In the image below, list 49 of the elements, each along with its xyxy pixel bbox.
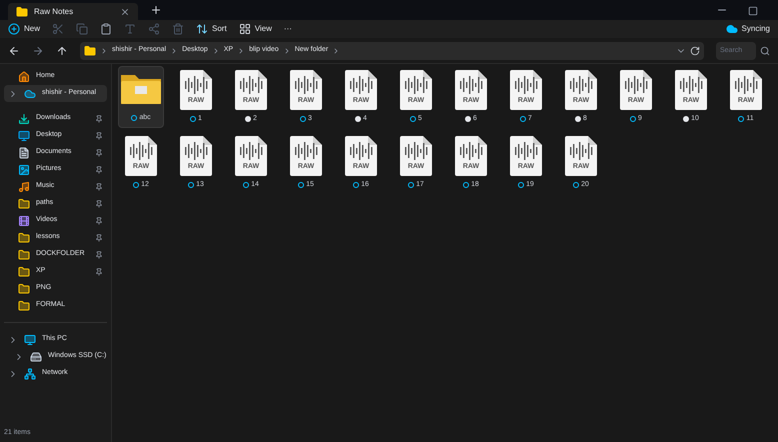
more-button[interactable]: ··· — [284, 23, 292, 35]
pin-icon — [95, 200, 103, 208]
refresh-icon[interactable] — [690, 46, 700, 56]
window-tab[interactable]: Raw Notes — [8, 3, 138, 20]
sort-button[interactable]: Sort — [196, 23, 227, 35]
chevron-icon — [100, 46, 108, 54]
search-icon[interactable] — [760, 46, 770, 56]
close-icon[interactable] — [120, 6, 130, 16]
paste-icon[interactable] — [100, 23, 112, 35]
back-icon[interactable] — [8, 44, 20, 56]
pin-icon — [95, 166, 103, 174]
pin-icon — [95, 268, 103, 276]
plus-icon — [8, 23, 20, 35]
network-icon — [24, 368, 36, 380]
new-button[interactable]: New — [8, 23, 40, 35]
folder-icon — [84, 44, 96, 56]
home-icon — [18, 70, 30, 82]
pin-icon — [95, 114, 103, 122]
film-icon — [18, 214, 30, 226]
folder-icon — [16, 6, 28, 18]
folder-icon — [18, 198, 30, 210]
up-icon[interactable] — [56, 44, 68, 56]
cloud-icon — [24, 88, 36, 100]
pin-icon — [95, 182, 103, 190]
maximize-icon[interactable] — [748, 6, 758, 16]
pin-icon — [95, 250, 103, 258]
folder-icon — [18, 232, 30, 244]
drive-icon — [30, 350, 42, 362]
grid-icon — [238, 23, 251, 35]
monitor-icon — [24, 334, 36, 346]
pin-icon — [95, 216, 103, 224]
view-button[interactable]: View — [238, 23, 272, 35]
folder-icon — [18, 282, 30, 294]
forward-icon[interactable] — [32, 44, 44, 56]
monitor-icon — [18, 130, 30, 142]
folder-icon — [18, 300, 30, 312]
pin-icon — [95, 148, 103, 156]
picture-icon — [18, 164, 30, 176]
sort-icon — [196, 23, 208, 35]
download-icon — [18, 112, 30, 124]
new-tab-icon[interactable] — [150, 4, 162, 16]
folder-icon — [18, 266, 30, 278]
cloud-icon — [726, 23, 738, 35]
pin-icon — [95, 234, 103, 242]
music-icon — [18, 180, 30, 192]
document-icon — [18, 146, 30, 158]
folder-icon — [18, 248, 30, 260]
pin-icon — [95, 132, 103, 140]
sync-button[interactable]: Syncing — [726, 23, 770, 35]
